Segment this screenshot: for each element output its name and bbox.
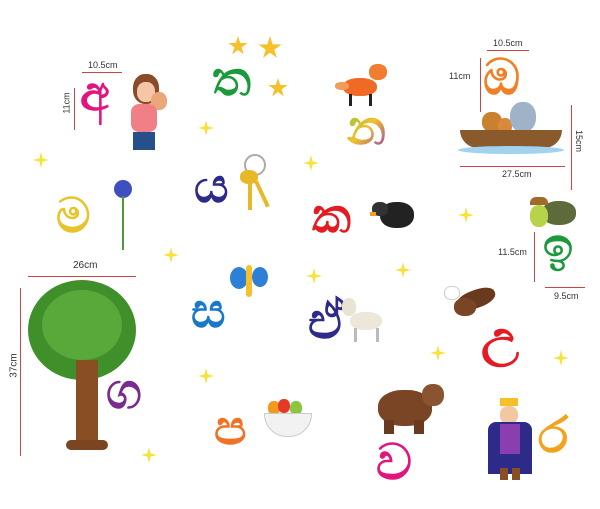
- sparkle-icon: [395, 262, 411, 278]
- letter-a: අ: [80, 66, 110, 122]
- fruit-bowl-illustration: [264, 393, 312, 441]
- letter-i: ඉ: [543, 218, 574, 274]
- letter-sa: ස: [191, 283, 226, 339]
- sparkle-icon: [198, 120, 214, 136]
- sparkle-icon: [303, 155, 319, 171]
- mother-child-illustration: [125, 72, 170, 150]
- king-illustration: [484, 398, 540, 482]
- dimension-line: [74, 88, 75, 130]
- sparkle-icon: [553, 350, 569, 366]
- sparkle-icon: [306, 268, 322, 284]
- dimension-label: 27.5cm: [502, 169, 532, 179]
- letter-ka: ක: [312, 188, 351, 244]
- dimension-line: [545, 287, 585, 288]
- sparkle-icon: [163, 247, 179, 263]
- boat-animals-illustration: [458, 100, 566, 162]
- letter-ma: ම: [56, 188, 91, 244]
- letter-o: ඔ: [483, 48, 521, 106]
- dimension-label: 9.5cm: [554, 291, 579, 301]
- sparkle-icon: [141, 447, 157, 463]
- sparkle-icon: [33, 152, 49, 168]
- dimension-line: [28, 276, 136, 277]
- goat-illustration: [340, 292, 386, 344]
- sparkle-icon: [198, 368, 214, 384]
- dimension-label: 11cm: [449, 71, 471, 81]
- letter-na: න: [347, 100, 386, 156]
- dimension-label: 37cm: [8, 353, 20, 378]
- sparkle-icon: [458, 207, 474, 223]
- bear-illustration: [378, 380, 446, 436]
- butterfly-illustration: [230, 261, 270, 301]
- letter-va: ව: [376, 433, 412, 491]
- letter-ra: ර: [538, 406, 569, 464]
- dimension-line: [534, 232, 535, 282]
- star-icon: [268, 78, 288, 97]
- letter-ga: ග: [106, 362, 142, 420]
- dimension-label: 26cm: [73, 260, 98, 271]
- letter-pa: ප: [214, 400, 247, 456]
- dimension-label: 10.5cm: [493, 38, 523, 48]
- letter-ta: ත: [212, 51, 251, 107]
- crow-illustration: [370, 186, 420, 236]
- sparkle-icon: [430, 345, 446, 361]
- dimension-line: [460, 166, 565, 167]
- dimension-label: 11cm: [61, 92, 72, 114]
- flower-illustration: [108, 180, 138, 252]
- letter-u: උ: [481, 308, 520, 366]
- letter-ya: ය: [194, 158, 229, 214]
- star-icon: [258, 36, 282, 58]
- dimension-line: [20, 288, 21, 456]
- dimension-label: 15cm: [574, 129, 585, 153]
- keys-illustration: [240, 154, 276, 212]
- dimension-line: [571, 105, 572, 190]
- dimension-label: 11.5cm: [498, 247, 527, 257]
